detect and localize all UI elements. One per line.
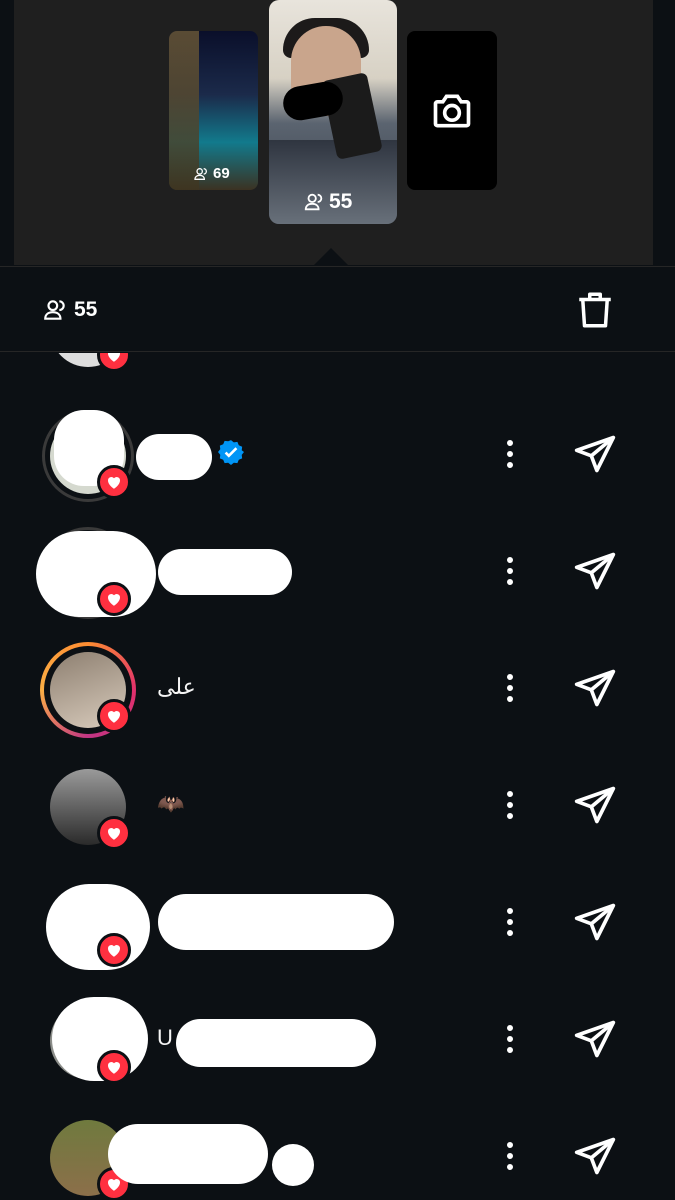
more-options-icon[interactable]	[496, 1136, 524, 1176]
story-viewers-screen: 69 55 55 على 🦇 U	[0, 0, 675, 1200]
viewer-row[interactable]	[0, 396, 675, 513]
viewer-count: 55	[42, 297, 97, 323]
redaction-scribble	[176, 1019, 376, 1067]
redaction-scribble	[158, 549, 292, 595]
heart-icon	[97, 816, 131, 850]
viewer-row[interactable]	[0, 513, 675, 630]
avatar	[42, 761, 134, 853]
redaction-scribble	[158, 894, 394, 950]
send-message-icon[interactable]	[572, 783, 618, 827]
trash-icon[interactable]	[574, 289, 616, 331]
more-options-icon[interactable]	[496, 902, 524, 942]
avatar	[42, 995, 148, 1087]
selected-pointer	[313, 248, 349, 266]
avatar	[42, 410, 134, 502]
story-viewer-count-label: 55	[329, 190, 353, 213]
viewer-username: على	[157, 674, 196, 699]
viewer-row[interactable]: 🦇	[0, 747, 675, 864]
viewers-icon	[194, 167, 207, 180]
avatar	[40, 642, 136, 738]
send-message-icon[interactable]	[572, 1134, 618, 1178]
send-message-icon[interactable]	[572, 666, 618, 710]
heart-icon	[97, 933, 131, 967]
heart-icon	[97, 699, 131, 733]
more-options-icon[interactable]	[496, 551, 524, 591]
heart-icon	[97, 1050, 131, 1084]
verified-badge-icon	[218, 440, 244, 465]
viewer-row[interactable]	[0, 1098, 675, 1200]
send-message-icon[interactable]	[572, 1017, 618, 1061]
story-viewer-count-label: 69	[213, 165, 230, 182]
heart-icon	[97, 465, 131, 499]
viewer-username: 🦇	[157, 791, 185, 816]
more-options-icon[interactable]	[496, 434, 524, 474]
send-message-icon[interactable]	[572, 432, 618, 476]
more-options-icon[interactable]	[496, 1019, 524, 1059]
viewers-icon	[44, 300, 65, 320]
avatar	[36, 527, 156, 619]
heart-icon	[97, 582, 131, 616]
camera-icon	[433, 94, 471, 127]
redaction-scribble	[108, 1124, 268, 1184]
more-options-icon[interactable]	[496, 785, 524, 825]
redaction-scribble	[36, 531, 156, 617]
story-viewer-count: 69	[193, 165, 230, 182]
send-message-icon[interactable]	[572, 549, 618, 593]
viewer-count-label: 55	[74, 298, 98, 321]
viewer-row[interactable]	[0, 864, 675, 981]
story-thumbnail-1[interactable]: 69	[169, 31, 258, 190]
viewer-username: U	[157, 1025, 173, 1050]
viewers-icon	[304, 193, 323, 211]
viewer-row[interactable]: على	[0, 630, 675, 747]
story-thumbnail-selected[interactable]: 55	[269, 0, 397, 224]
redaction-scribble	[272, 1144, 314, 1186]
story-thumbnail-strip: 69 55	[14, 0, 653, 265]
viewer-row[interactable]: U	[0, 981, 675, 1098]
send-message-icon[interactable]	[572, 900, 618, 944]
viewers-header: 55	[0, 266, 675, 352]
redaction-scribble	[136, 434, 212, 480]
story-viewer-count: 55	[303, 190, 352, 214]
add-story-camera-tile[interactable]	[407, 31, 497, 190]
more-options-icon[interactable]	[496, 668, 524, 708]
avatar	[42, 878, 150, 970]
